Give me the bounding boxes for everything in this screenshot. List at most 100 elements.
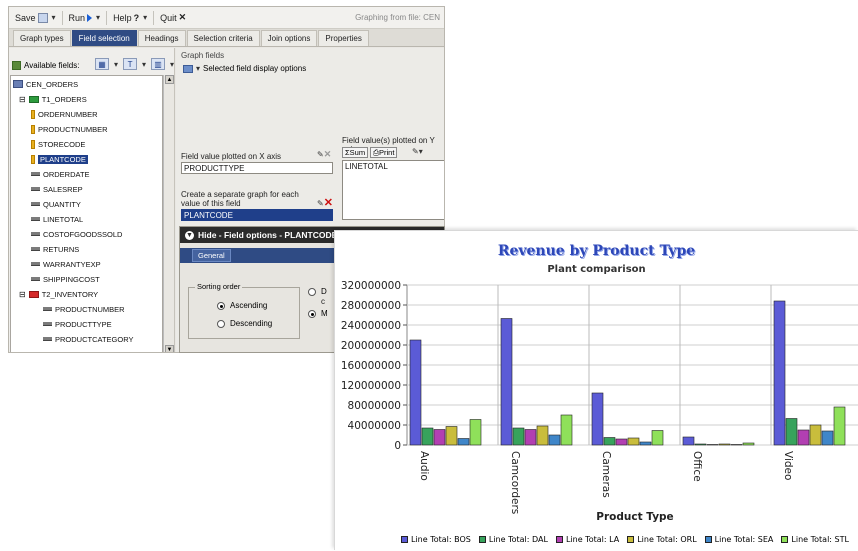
- scroll-down-icon[interactable]: ▼: [165, 345, 174, 352]
- tree-item[interactable]: PRODUCTTYPE: [43, 318, 112, 330]
- bar: [591, 392, 604, 446]
- tree-item[interactable]: PLANTCODE: [31, 153, 88, 165]
- tree-item-label: SHIPPINGCOST: [43, 274, 100, 284]
- tree-item[interactable]: WARRANTYEXP: [31, 258, 101, 270]
- bar: [797, 429, 810, 446]
- save-dropdown-icon[interactable]: ▾: [52, 13, 56, 22]
- save-button[interactable]: Save: [15, 12, 48, 23]
- tree-item[interactable]: ORDERDATE: [31, 168, 90, 180]
- tab-join-options[interactable]: Join options: [260, 30, 318, 46]
- chart-legend: Line Total: BOS Line Total: DAL Line Total…: [401, 535, 849, 544]
- tree-item[interactable]: PRODUCTNAME: [43, 348, 114, 353]
- tab-field-selection[interactable]: Field selection: [71, 30, 137, 46]
- tab-graph-types[interactable]: Graph types: [13, 30, 71, 46]
- separate-graph-field[interactable]: PLANTCODE: [181, 209, 333, 221]
- sum-button[interactable]: Σ Sum: [342, 147, 369, 158]
- scroll-up-icon[interactable]: ▲: [165, 75, 174, 84]
- status-text: Graphing from file: CEN: [355, 13, 440, 22]
- tree-item-label: T2_INVENTORY: [41, 289, 99, 299]
- run-dropdown-icon[interactable]: ▾: [96, 13, 100, 22]
- field-icon: [43, 307, 52, 311]
- tree-item[interactable]: PRODUCTCATEGORY: [43, 333, 133, 345]
- tree-item[interactable]: SHIPPINGCOST: [31, 273, 100, 285]
- tab-selection-criteria[interactable]: Selection criteria: [186, 30, 260, 46]
- text-field-dropdown-icon[interactable]: ▾: [142, 60, 146, 69]
- tab-headings[interactable]: Headings: [137, 30, 186, 46]
- grid-view-icon[interactable]: ▦: [95, 58, 109, 70]
- tab-general[interactable]: General: [192, 249, 231, 262]
- tree-item[interactable]: ⊟ T2_INVENTORY: [19, 288, 98, 300]
- partial-radio-1[interactable]: D: [308, 287, 327, 296]
- bar: [639, 441, 652, 446]
- x-options-icon[interactable]: ✎✕: [317, 149, 331, 160]
- tree-item-label: LINETOTAL: [43, 214, 84, 224]
- bar: [421, 427, 434, 446]
- tree-item[interactable]: PRODUCTNUMBER: [43, 303, 125, 315]
- edit-options-icon: [183, 64, 193, 73]
- y-tick-label: 200000000: [341, 340, 401, 352]
- tree-item-label: SALESREP: [43, 184, 83, 194]
- y-axis-field[interactable]: LINETOTAL: [342, 160, 444, 220]
- x-tick-label: Audio: [418, 451, 430, 481]
- key-icon: [31, 139, 35, 149]
- help-button[interactable]: Help ?: [113, 13, 139, 23]
- field-tree[interactable]: CEN_ORDERS ⊟ T1_ORDERS ORDERNUMBER PRODUCTNU…: [10, 75, 163, 353]
- tree-item-label: PRODUCTCATEGORY: [55, 334, 134, 344]
- available-fields-panel: Available fields: ▦ ▾ T ▾ ▥ ▾ CEN_ORDERS…: [9, 48, 175, 353]
- grid-view-dropdown-icon[interactable]: ▾: [114, 60, 118, 69]
- run-button[interactable]: Run: [69, 13, 93, 23]
- tree-item[interactable]: SALESREP: [31, 183, 83, 195]
- tree-item[interactable]: COSTOFGOODSSOLD: [31, 228, 122, 240]
- legend-label: Line Total: BOS: [411, 535, 471, 544]
- columns-dropdown-icon[interactable]: ▾: [170, 60, 174, 69]
- bar: [445, 426, 458, 446]
- run-label: Run: [68, 12, 86, 23]
- partial-radio-2[interactable]: M: [308, 309, 328, 318]
- tree-item[interactable]: STORECODE: [31, 138, 85, 150]
- y-options-icon[interactable]: ✎▾: [412, 147, 423, 156]
- columns-icon[interactable]: ▥: [151, 58, 166, 70]
- field-icon: [31, 247, 40, 251]
- x-axis-title: Product Type: [596, 511, 673, 523]
- y-tick-label: 320000000: [341, 280, 401, 292]
- bar: [682, 436, 695, 446]
- print-button[interactable]: ⎙ Print: [370, 147, 398, 158]
- help-dropdown-icon[interactable]: ▾: [143, 13, 147, 22]
- bar: [536, 425, 549, 446]
- field-icon: [31, 172, 40, 176]
- tab-bar: Graph types Field selection Headings Sel…: [9, 29, 444, 47]
- legend-item: Line Total: STL: [781, 535, 849, 544]
- quit-button[interactable]: Quit ✕: [160, 12, 186, 23]
- partial-label-1: D: [321, 287, 327, 296]
- selected-display-options-button[interactable]: ▾ Selected field display options: [183, 64, 306, 73]
- tree-item[interactable]: ⊟ T1_ORDERS: [19, 93, 87, 105]
- x-axis-field[interactable]: PRODUCTTYPE: [181, 162, 333, 174]
- y-tick-label: 80000000: [348, 400, 401, 412]
- collapse-toggle-icon[interactable]: ⊟: [19, 290, 26, 299]
- available-fields-tools: ▦ ▾ T ▾ ▥ ▾: [95, 58, 174, 70]
- field-icon: [43, 322, 52, 326]
- text-field-icon[interactable]: T: [123, 58, 138, 70]
- tree-item[interactable]: RETURNS: [31, 243, 79, 255]
- separate-options-icon[interactable]: ✎✕: [317, 196, 333, 209]
- x-tick-label: Cameras: [600, 451, 612, 498]
- tree-item[interactable]: ORDERNUMBER: [31, 108, 98, 120]
- field-icon: [43, 352, 52, 353]
- bar: [500, 318, 513, 446]
- ascending-radio[interactable]: Ascending: [217, 301, 267, 310]
- tree-scrollbar[interactable]: ▲ ▼: [163, 75, 174, 352]
- tree-item-label: ORDERDATE: [43, 169, 90, 179]
- tab-properties[interactable]: Properties: [318, 30, 369, 46]
- remove-field-icon[interactable]: ✕: [324, 197, 333, 209]
- legend-swatch: [627, 536, 635, 543]
- tree-item[interactable]: PRODUCTNUMBER: [31, 123, 108, 135]
- collapse-toggle-icon[interactable]: ⊟: [19, 95, 26, 104]
- tree-item[interactable]: QUANTITY: [31, 198, 81, 210]
- collapse-icon[interactable]: ▼: [185, 230, 194, 240]
- tree-item[interactable]: LINETOTAL: [31, 213, 83, 225]
- toolbar-divider: [61, 10, 63, 25]
- bar: [524, 429, 537, 446]
- legend-label: Line Total: LA: [565, 535, 620, 544]
- descending-radio[interactable]: Descending: [217, 319, 272, 328]
- tree-item[interactable]: CEN_ORDERS: [13, 78, 78, 90]
